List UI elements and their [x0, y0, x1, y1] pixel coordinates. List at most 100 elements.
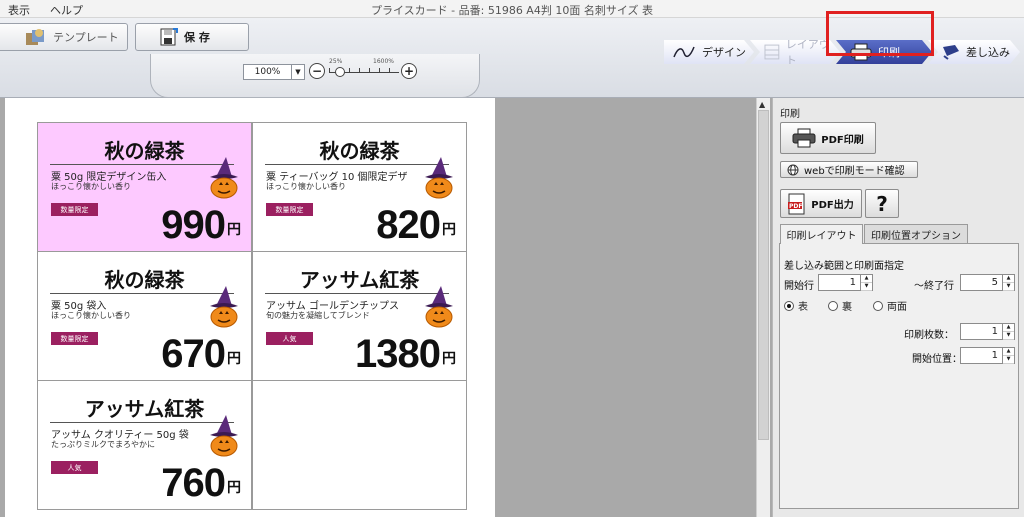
- price-card[interactable]: 秋の緑茶粟 ティーバッグ 10 個限定デザ ほっこり懐かしい香り 数量限定 820 円: [252, 122, 467, 252]
- start-pos-input[interactable]: 1 ▲ ▼: [960, 347, 1015, 364]
- template-button[interactable]: テンプレート: [0, 23, 128, 51]
- card-badge: 数量限定: [51, 203, 98, 216]
- radio-front-label: 表: [798, 302, 808, 313]
- menu-help[interactable]: ヘルプ: [50, 2, 83, 18]
- start-pos-stepper[interactable]: ▲ ▼: [1002, 348, 1014, 364]
- save-label: 保 存: [184, 31, 210, 44]
- tab-print-position[interactable]: 印刷位置オプション: [864, 224, 968, 243]
- step-design[interactable]: デザイン: [664, 40, 754, 64]
- zoom-bar: 100% ▼ − 25% 1600% +: [150, 54, 480, 98]
- pdf-print-label: PDF印刷: [821, 134, 864, 146]
- card-badge: 数量限定: [51, 332, 98, 345]
- template-icon: [26, 29, 44, 45]
- pen-icon: [672, 45, 696, 59]
- end-row-stepper[interactable]: ▲ ▼: [1002, 275, 1014, 291]
- zoom-tick-max: 1600%: [373, 58, 394, 65]
- copies-input[interactable]: 1 ▲ ▼: [960, 323, 1015, 340]
- pdf-output-label: PDF出力: [811, 200, 854, 211]
- zoom-select[interactable]: 100% ▼: [243, 64, 305, 80]
- card-yen: 円: [442, 222, 456, 238]
- insert-icon: [942, 44, 960, 60]
- card-yen: 円: [227, 480, 241, 496]
- start-pos-value: 1: [991, 350, 998, 361]
- save-icon: [160, 28, 178, 46]
- web-check-button[interactable]: webで印刷モード確認: [780, 161, 918, 178]
- highlight-box: [826, 11, 934, 56]
- pumpkin-witch-icon: [425, 286, 453, 328]
- canvas-area: 秋の緑茶粟 50g 限定デザイン缶入 ほっこり懐かしい香り 数量限定 990 円秋の緑茶…: [0, 98, 772, 517]
- start-row-value: 1: [849, 277, 856, 288]
- save-button[interactable]: 保 存: [135, 23, 249, 51]
- pdf-icon: PDF: [788, 193, 805, 214]
- card-subtext: ほっこり懐かしい香り: [51, 182, 131, 191]
- radio-both-circle: [873, 300, 883, 311]
- pumpkin-witch-icon: [210, 286, 238, 328]
- start-row-input[interactable]: 1 ▲ ▼: [818, 274, 873, 291]
- card-price: 1380: [355, 332, 441, 376]
- tab-content: 差し込み範囲と印刷面指定 開始行 1 ▲ ▼ ～終了行 5 ▲ ▼ 表 裏 両面 印…: [779, 243, 1019, 509]
- panel-title: 印刷: [780, 109, 800, 120]
- card-yen: 円: [227, 222, 241, 238]
- print-panel: 印刷 PDF印刷 webで印刷モード確認 PDF PDF出力 ? 印刷レイアウト…: [772, 98, 1024, 517]
- price-card[interactable]: アッサム紅茶 アッサム ゴールデンチップス 旬の魅力を凝縮してブレンド 人気 1380 円: [252, 251, 467, 381]
- card-subtext: ほっこり懐かしい香り: [266, 182, 346, 191]
- pumpkin-witch-icon: [425, 157, 453, 199]
- end-row-value: 5: [991, 277, 998, 288]
- step-insert[interactable]: 差し込み: [928, 40, 1020, 64]
- price-card[interactable]: 秋の緑茶粟 50g 袋入 ほっこり懐かしい香り 数量限定 670 円: [37, 251, 252, 381]
- card-yen: 円: [442, 351, 456, 367]
- tab-print-layout[interactable]: 印刷レイアウト: [780, 224, 863, 244]
- menu-view[interactable]: 表示: [8, 2, 30, 18]
- pdf-print-button[interactable]: PDF印刷: [780, 122, 876, 154]
- card-price: 990: [161, 203, 226, 247]
- card-price: 820: [376, 203, 441, 247]
- step-insert-label: 差し込み: [966, 46, 1010, 59]
- radio-front-circle: [784, 300, 794, 311]
- card-badge: 人気: [51, 461, 98, 474]
- radio-back[interactable]: 裏: [828, 298, 852, 313]
- start-row-stepper[interactable]: ▲ ▼: [860, 275, 872, 291]
- zoom-out-icon[interactable]: −: [309, 63, 325, 79]
- start-row-label: 開始行: [784, 281, 814, 292]
- web-check-label: webで印刷モード確認: [804, 166, 905, 177]
- price-card[interactable]: [252, 380, 467, 510]
- price-card[interactable]: アッサム紅茶 アッサム クオリティー 50g 袋たっぷりミルクでまろやかに 人気 76…: [37, 380, 252, 510]
- globe-icon: [787, 164, 799, 175]
- vertical-scrollbar[interactable]: ▲: [756, 98, 770, 517]
- scroll-up-icon[interactable]: ▲: [759, 100, 765, 109]
- scroll-thumb[interactable]: [758, 110, 769, 440]
- chevron-down-icon: ▼: [291, 65, 304, 79]
- zoom-tick-min: 25%: [329, 58, 343, 65]
- template-label: テンプレート: [53, 31, 119, 44]
- radio-front[interactable]: 表: [784, 298, 808, 313]
- card-badge: 人気: [266, 332, 313, 345]
- card-price: 670: [161, 332, 226, 376]
- help-button[interactable]: ?: [865, 189, 899, 218]
- zoom-slider[interactable]: 25% 1600%: [329, 58, 403, 84]
- copies-stepper[interactable]: ▲ ▼: [1002, 324, 1014, 340]
- zoom-thumb[interactable]: [335, 67, 346, 77]
- card-badge: 数量限定: [266, 203, 313, 216]
- zoom-in-icon[interactable]: +: [401, 63, 417, 79]
- radio-both[interactable]: 両面: [873, 298, 907, 313]
- card-subtext: たっぷりミルクでまろやかに: [51, 440, 155, 449]
- layout-icon: [764, 44, 780, 60]
- card-subtext: 旬の魅力を凝縮してブレンド: [266, 311, 370, 320]
- price-card[interactable]: 秋の緑茶粟 50g 限定デザイン缶入 ほっこり懐かしい香り 数量限定 990 円: [37, 122, 252, 252]
- pdf-output-button[interactable]: PDF PDF出力: [780, 189, 862, 218]
- end-row-input[interactable]: 5 ▲ ▼: [960, 274, 1015, 291]
- card-subtext: ほっこり懐かしい香り: [51, 311, 131, 320]
- help-icon: ?: [876, 191, 888, 216]
- card-price: 760: [161, 461, 226, 505]
- radio-back-label: 裏: [842, 302, 852, 313]
- pumpkin-witch-icon: [210, 415, 238, 457]
- zoom-value: 100%: [254, 67, 281, 77]
- printer-icon: [792, 128, 816, 148]
- start-pos-label: 開始位置：: [912, 354, 962, 365]
- svg-text:PDF: PDF: [789, 203, 802, 210]
- pumpkin-witch-icon: [210, 157, 238, 199]
- end-row-label: ～終了行: [914, 281, 954, 292]
- card-yen: 円: [227, 351, 241, 367]
- radio-both-label: 両面: [887, 302, 907, 313]
- page-preview: 秋の緑茶粟 50g 限定デザイン缶入 ほっこり懐かしい香り 数量限定 990 円秋の緑茶…: [5, 98, 495, 517]
